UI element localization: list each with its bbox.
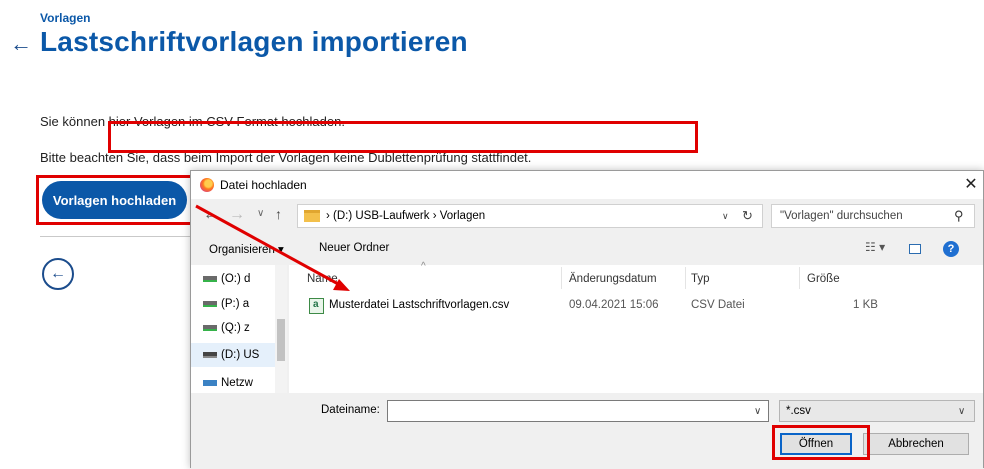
chevron-down-icon[interactable]: ∨	[754, 406, 761, 417]
column-header-type[interactable]: Typ	[691, 273, 710, 285]
file-type-filter[interactable]: *.csv ∨	[779, 400, 975, 422]
search-input[interactable]: "Vorlagen" durchsuchen ⚲	[771, 204, 975, 228]
dialog-toolbar: Organisieren ▾ Neuer Ordner ☷ ▾ ?	[191, 235, 983, 263]
search-placeholder: "Vorlagen" durchsuchen	[780, 210, 903, 222]
breadcrumb[interactable]: Vorlagen	[40, 11, 90, 25]
file-size: 1 KB	[853, 299, 878, 311]
column-divider[interactable]	[685, 267, 686, 289]
file-type: CSV Datei	[691, 299, 745, 311]
help-icon[interactable]: ?	[943, 241, 959, 257]
organize-menu[interactable]: Organisieren ▾	[209, 242, 284, 256]
nav-item-label: Netzw	[221, 377, 253, 389]
refresh-icon[interactable]: ↻	[742, 208, 753, 224]
nav-item-label: (Q:) z	[221, 322, 250, 334]
nav-scrollbar-thumb[interactable]	[277, 319, 285, 361]
filter-value: *.csv	[786, 405, 811, 417]
filename-input[interactable]: ∨	[387, 400, 769, 422]
column-header-modified[interactable]: Änderungsdatum	[569, 273, 657, 285]
upload-button-highlight	[36, 175, 193, 225]
file-row-highlight	[108, 121, 698, 153]
chevron-down-icon[interactable]: ∨	[722, 211, 729, 222]
firefox-icon	[200, 178, 214, 192]
nav-item-label: (D:) US	[221, 349, 260, 361]
drive-icon	[203, 324, 217, 331]
nav-item-network[interactable]: Netzw	[203, 377, 271, 389]
network-icon	[203, 379, 217, 386]
back-arrow-icon[interactable]: ←	[10, 30, 32, 58]
nav-item-label: (O:) d	[221, 273, 251, 285]
open-button-highlight	[772, 425, 870, 460]
new-folder-button[interactable]: Neuer Ordner	[319, 242, 389, 254]
search-icon[interactable]: ⚲	[954, 208, 964, 224]
back-circle-icon[interactable]: ←	[42, 258, 74, 290]
column-header-name[interactable]: Name	[307, 273, 338, 285]
navigation-pane: (O:) d (P:) a (Q:) z (D:) US Netzw	[191, 265, 287, 393]
dialog-titlebar: Datei hochladen ✕	[191, 171, 983, 199]
folder-icon	[304, 210, 320, 222]
column-divider[interactable]	[799, 267, 800, 289]
filename-label: Dateiname:	[321, 404, 380, 416]
column-header-size[interactable]: Größe	[807, 273, 840, 285]
page-title: Lastschriftvorlagen importieren	[40, 26, 468, 57]
file-list: ^ Name Änderungsdatum Typ Größe Musterda…	[289, 261, 983, 393]
sort-ascending-icon: ^	[421, 261, 426, 272]
nav-forward-icon[interactable]: →	[229, 206, 245, 224]
dialog-title: Datei hochladen	[220, 178, 307, 192]
address-bar[interactable]: › (D:) USB-Laufwerk › Vorlagen ∨ ↻	[297, 204, 763, 228]
file-upload-dialog: Datei hochladen ✕ ← → ∨ ↑ › (D:) USB-Lau…	[190, 170, 984, 469]
column-divider[interactable]	[561, 267, 562, 289]
csv-file-icon	[309, 298, 324, 314]
drive-icon	[203, 275, 217, 282]
divider	[40, 236, 190, 237]
recent-locations-chevron-icon[interactable]: ∨	[257, 208, 264, 219]
nav-item-drive-q[interactable]: (Q:) z	[203, 322, 271, 334]
usb-drive-icon	[203, 351, 217, 358]
nav-item-drive-o[interactable]: (O:) d	[203, 273, 271, 285]
address-path[interactable]: › (D:) USB-Laufwerk › Vorlagen	[326, 210, 485, 222]
view-options-icon[interactable]: ☷ ▾	[865, 240, 885, 254]
file-modified: 09.04.2021 15:06	[569, 299, 659, 311]
up-folder-icon[interactable]: ↑	[275, 206, 282, 222]
file-row[interactable]: Musterdatei Lastschriftvorlagen.csv 09.0…	[303, 295, 883, 317]
preview-pane-icon[interactable]	[909, 244, 921, 254]
nav-item-label: (P:) a	[221, 298, 250, 310]
nav-item-drive-p[interactable]: (P:) a	[203, 298, 271, 310]
drive-icon	[203, 300, 217, 307]
chevron-down-icon[interactable]: ∨	[958, 406, 965, 417]
close-icon[interactable]: ✕	[961, 174, 981, 194]
cancel-button[interactable]: Abbrechen	[863, 433, 969, 455]
nav-item-drive-d[interactable]: (D:) US	[203, 349, 271, 361]
nav-back-icon[interactable]: ←	[203, 206, 219, 224]
file-name[interactable]: Musterdatei Lastschriftvorlagen.csv	[329, 299, 509, 311]
